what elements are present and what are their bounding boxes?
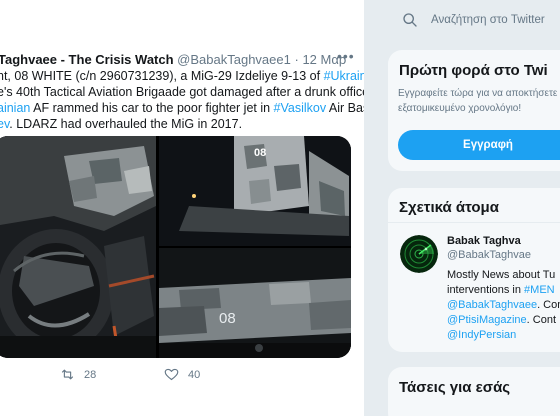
signup-description-line: Εγγραφείτε τώρα για να αποκτήσετε το [398,88,560,99]
card-divider [388,222,560,223]
photo-tail-fins[interactable]: 08 [159,136,351,246]
media-grid: 08 08 [0,136,351,358]
relevant-people-title: Σχετικά άτομα [399,199,499,216]
retweet-icon [61,369,74,380]
hashtag-link[interactable]: #MEN [524,284,555,296]
text-line: Mostly News about Tu [447,268,560,283]
text-segment: . Con [537,299,560,311]
photo-fuselage[interactable]: 08 [159,248,351,358]
hashtag-link[interactable]: @IndyPersian [447,329,516,341]
photo-fuselage-image: 08 [159,248,351,358]
text-segment: AF rammed his car to the poor fighter je… [30,101,274,115]
tweet-header: Taghvaee - The Crisis Watch @BabakTaghva… [0,51,346,68]
separator-dot: · [294,52,299,67]
relevant-people-card: Σχετικά άτομα Babak Taghva @BabakTaghvae… [388,188,560,352]
radar-avatar[interactable] [400,235,438,273]
text-line: @BabakTaghvaee. Con [447,298,560,313]
signup-description-line: εξατομικευμένο χρονολόγιο! [398,103,522,114]
search-icon [403,13,417,27]
trends-card: Τάσεις για εσάς [388,367,560,416]
retweet-count: 28 [84,368,97,381]
like-count: 40 [188,368,201,381]
radar-avatar-image [400,235,438,273]
photo-damaged-engine[interactable] [0,136,156,358]
signup-card: Πρώτη φορά στο Twi Εγγραφείτε τώρα για ν… [388,50,560,171]
search-input[interactable] [431,11,560,29]
search-box[interactable] [387,2,560,38]
like-button[interactable]: 40 [164,367,200,382]
text-line: @PtisiMagazine. Cont [447,313,560,328]
hashtag-link[interactable]: #Vasilkov [274,101,327,115]
text-segment: nt, 08 WHITE (c/n 2960731239), a MiG-29 … [0,69,324,83]
heart-icon [164,368,179,381]
text-line: ainian AF rammed his car to the poor fig… [0,100,364,116]
signup-title: Πρώτη φορά στο Twi [399,62,548,79]
hashtag-link[interactable]: #Ukraine [324,69,364,83]
photo-tail-fins-image: 08 [159,136,351,246]
text-line: interventions in #MEN [447,283,560,298]
text-segment: e's 40th Tactical Aviation Brigaade got … [0,85,365,99]
text-line: nt, 08 WHITE (c/n 2960731239), a MiG-29 … [0,68,364,84]
trends-title: Τάσεις για εσάς [399,379,511,396]
more-horizontal-icon[interactable]: ••• [337,48,355,64]
sidebar: Πρώτη φορά στο Twi Εγγραφείτε τώρα για ν… [365,0,560,416]
hashtag-link[interactable]: ainian [0,101,30,115]
hashtag-link[interactable]: @PtisiMagazine [447,314,527,326]
person-bio: Mostly News about Tu interventions in #ME… [447,268,560,343]
signup-description: Εγγραφείτε τώρα για να αποκτήσετε το εξα… [398,86,560,116]
person-handle[interactable]: @BabakTaghvae [447,249,531,261]
signup-button[interactable]: Εγγραφή [398,130,560,160]
text-segment: Air Base [328,101,364,115]
person-name[interactable]: Babak Taghva [447,235,521,247]
author-name[interactable]: Taghvaee - The Crisis Watch [0,52,174,67]
text-segment: Mostly News about Tu [447,269,556,281]
author-handle[interactable]: @BabakTaghvaee1 [177,52,291,67]
text-line: ev. LDARZ had overhauled the MiG in 2017… [0,116,357,132]
fuselage-number-marking: 08 [219,310,236,327]
hashtag-link[interactable]: @BabakTaghvaee [447,299,537,311]
retweet-button[interactable]: 28 [60,367,96,382]
text-segment: interventions in [447,284,525,296]
tail-number-marking: 08 [254,147,266,159]
text-segment: . Cont [526,314,557,326]
tweet-column: Taghvaee - The Crisis Watch @BabakTaghva… [0,0,365,416]
tweet-text: nt, 08 WHITE (c/n 2960731239), a MiG-29 … [0,68,364,132]
text-line: @IndyPersian [447,328,560,343]
text-segment: . LDARZ had overhauled the MiG in 2017. [9,117,243,131]
text-line: e's 40th Tactical Aviation Brigaade got … [0,84,364,100]
photo-damaged-engine-image [0,136,156,358]
hashtag-link[interactable]: ev [0,117,9,131]
